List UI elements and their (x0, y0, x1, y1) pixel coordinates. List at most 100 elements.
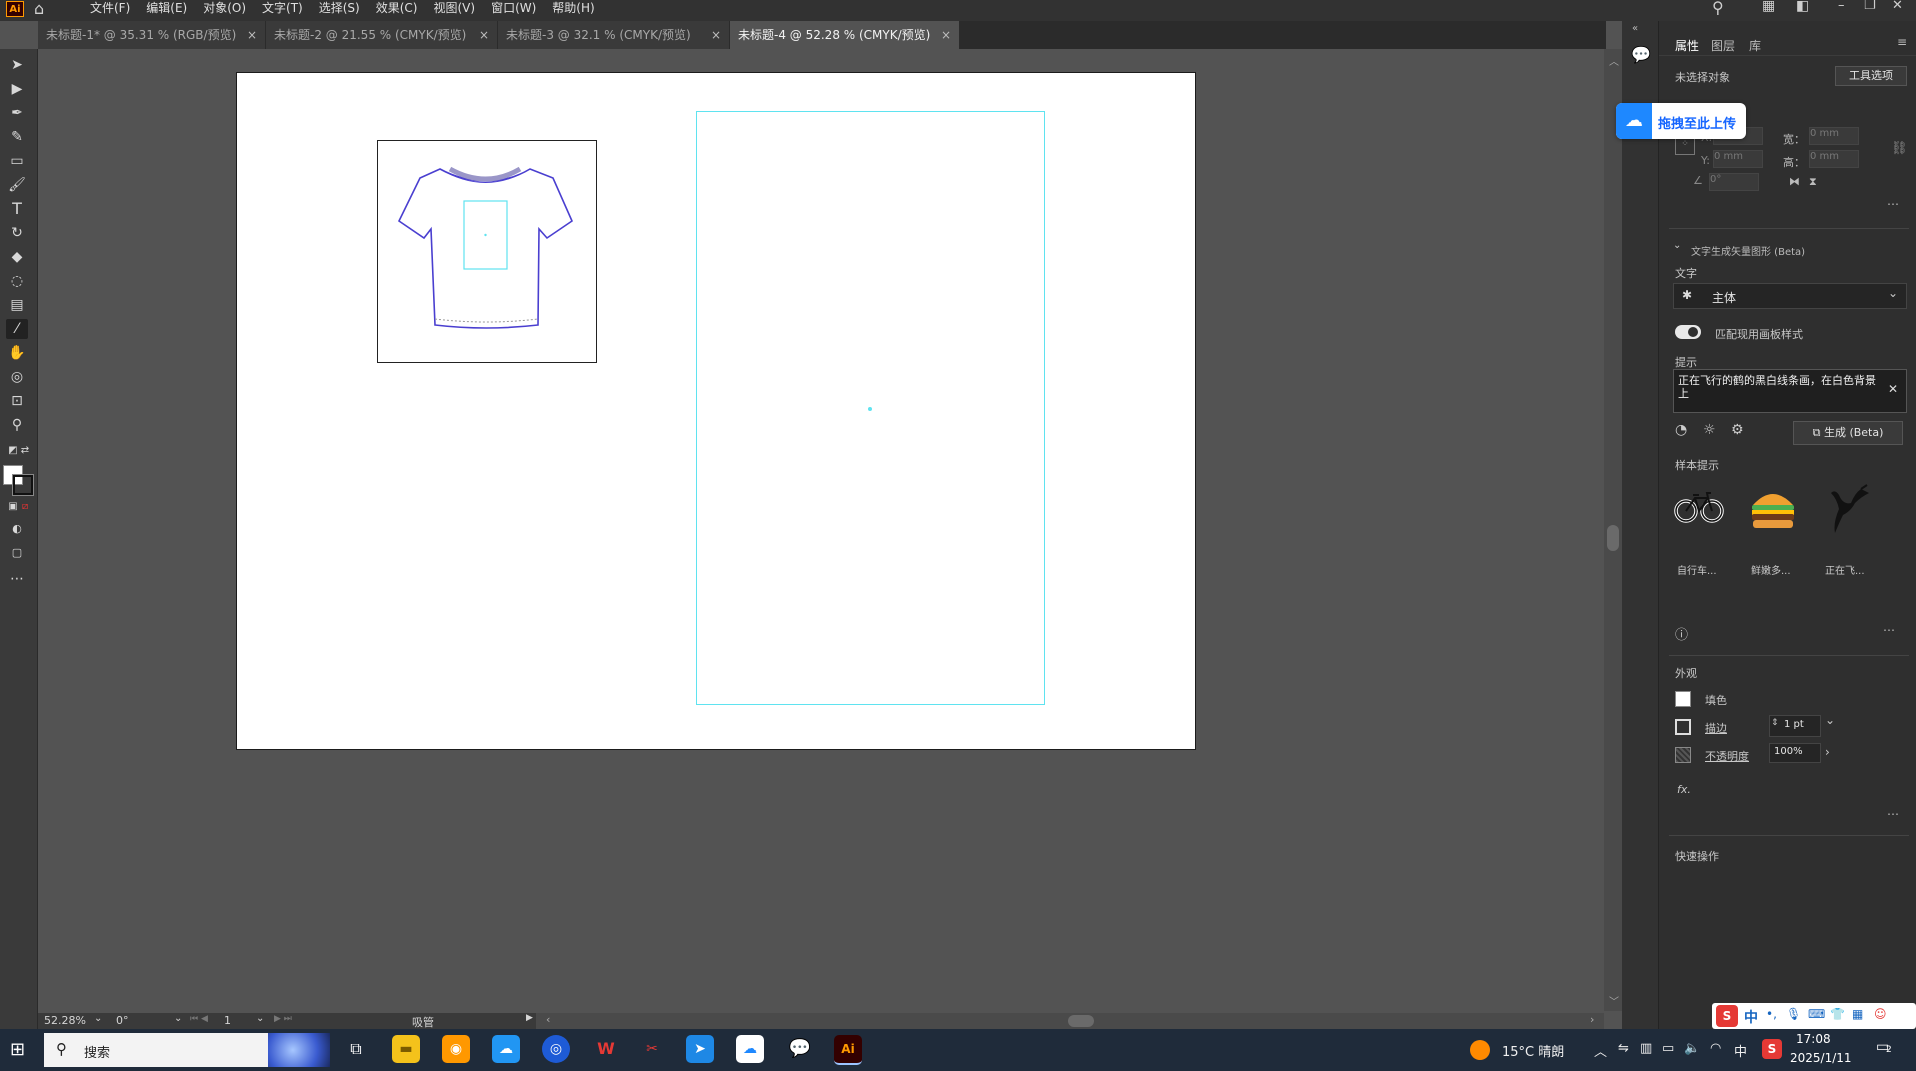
tab-layers[interactable]: 图层 (1711, 37, 1735, 54)
taskbar-search[interactable]: ⚲ 搜索 (44, 1033, 330, 1067)
scroll-down-icon[interactable]: ﹀ (1609, 993, 1619, 1008)
width-field[interactable]: 0 mm (1809, 127, 1859, 145)
menu-help[interactable]: 帮助(H) (544, 0, 602, 21)
match-style-toggle[interactable] (1675, 325, 1701, 339)
opacity-label[interactable]: 不透明度 (1705, 748, 1749, 764)
baidu-netdisk-icon[interactable]: ☁ (736, 1035, 764, 1063)
flip-horizontal-icon[interactable]: ⧓ (1789, 175, 1800, 188)
menu-type[interactable]: 文字(T) (254, 0, 311, 21)
angle-field[interactable]: 0° (1709, 173, 1759, 191)
idea-icon[interactable]: ☼ (1703, 422, 1716, 438)
more-options-icon[interactable]: ⋯ (1887, 807, 1899, 821)
notification-center-icon[interactable]: ▭ 2 (1876, 1039, 1900, 1061)
maximize-icon[interactable]: ❐ (1864, 0, 1876, 13)
menu-window[interactable]: 窗口(W) (483, 0, 544, 21)
fx-icon[interactable]: fx. (1677, 783, 1691, 796)
settings-gear-icon[interactable]: ⚙ (1731, 422, 1744, 438)
tab-properties[interactable]: 属性 (1675, 37, 1699, 54)
collapse-panels-icon[interactable]: « (1632, 23, 1638, 34)
gradient-tool-icon[interactable]: ▤ (6, 295, 28, 315)
clear-icon[interactable]: ✕ (1888, 382, 1898, 396)
close-icon[interactable]: ✕ (1892, 0, 1903, 13)
scroll-left-icon[interactable]: ‹ (546, 1013, 550, 1026)
chevron-down-icon[interactable]: ⌄ (94, 1013, 102, 1024)
app-orange-icon[interactable]: ◉ (442, 1035, 470, 1063)
toolbox-icon[interactable]: ▦ (1852, 1007, 1863, 1021)
subject-select[interactable]: ✱ 主体 ⌄ (1673, 283, 1907, 309)
comments-icon[interactable]: 💬 (1631, 45, 1651, 64)
sample-burger[interactable] (1747, 483, 1799, 535)
fill-swatch[interactable] (1675, 691, 1691, 707)
skin-icon[interactable]: 👕 (1830, 1007, 1845, 1021)
chevron-right-icon[interactable]: › (1825, 745, 1830, 759)
upload-dropzone-badge[interactable]: ☁ 拖拽至此上传 (1616, 103, 1746, 139)
zoom-tool-icon[interactable]: ⚲ (6, 415, 28, 435)
keyboard-icon[interactable]: ⌨ (1808, 1007, 1825, 1021)
print-area-rectangle[interactable] (696, 111, 1045, 705)
direct-selection-tool-icon[interactable]: ▶ (6, 79, 28, 99)
task-view-icon[interactable]: ⧉ (342, 1035, 370, 1063)
menu-select[interactable]: 选择(S) (311, 0, 368, 21)
tray-chevron-up-icon[interactable]: ︿ (1594, 1041, 1607, 1060)
tab-libraries[interactable]: 库 (1749, 37, 1761, 54)
draw-mode-icon[interactable]: ◐ (6, 519, 28, 539)
swap-colors-icon[interactable]: ⇄ (18, 441, 32, 461)
wechat-icon[interactable]: 💬 (786, 1035, 814, 1063)
close-icon[interactable]: × (941, 21, 951, 49)
file-explorer-icon[interactable]: ▬ (392, 1035, 420, 1063)
height-field[interactable]: 0 mm (1809, 150, 1859, 168)
panel-menu-icon[interactable]: ≡ (1897, 35, 1907, 49)
chevron-down-icon[interactable]: ⌄ (1673, 240, 1681, 251)
rectangle-tool-icon[interactable]: ▭ (6, 151, 28, 171)
menu-edit[interactable]: 编辑(E) (138, 0, 195, 21)
chevron-down-icon[interactable]: ⌄ (256, 1013, 264, 1024)
windows-start-icon[interactable]: ⊞ (10, 1039, 25, 1060)
app-blue-cloud-icon[interactable]: ☁ (492, 1035, 520, 1063)
browser-icon[interactable]: ◎ (542, 1035, 570, 1063)
more-options-icon[interactable]: ⋯ (1887, 197, 1899, 211)
vertical-scroll-thumb[interactable] (1607, 525, 1619, 551)
more-options-icon[interactable]: ⋯ (1883, 623, 1895, 637)
info-icon[interactable]: ⓘ (1675, 624, 1688, 643)
first-artboard-icon[interactable]: ⏮ ◀ (190, 1014, 208, 1024)
status-menu-icon[interactable]: ▶ (526, 1013, 533, 1023)
close-icon[interactable]: × (479, 21, 489, 49)
menu-file[interactable]: 文件(F) (82, 0, 138, 21)
none-color-icon[interactable]: ⧄ (18, 497, 32, 517)
prompt-input[interactable]: 正在飞行的鹤的黑白线条画，在白色背景上 ✕ (1673, 369, 1907, 413)
search-icon[interactable]: ⚲ (1712, 0, 1724, 17)
tray-chart-icon[interactable]: ▥ (1640, 1041, 1652, 1056)
sample-bicycle[interactable] (1673, 481, 1725, 533)
close-icon[interactable]: × (247, 21, 257, 49)
artboard-tool-icon[interactable]: ⊡ (6, 391, 28, 411)
puppet-warp-tool-icon[interactable]: ✋ (6, 343, 28, 363)
menu-object[interactable]: 对象(O) (195, 0, 254, 21)
curvature-tool-icon[interactable]: ✎ (6, 127, 28, 147)
wifi-icon[interactable]: ◠ (1710, 1041, 1721, 1056)
stroke-label[interactable]: 描边 (1705, 720, 1727, 736)
scroll-up-icon[interactable]: ︿ (1609, 53, 1619, 68)
menu-effect[interactable]: 效果(C) (368, 0, 426, 21)
style-picker-icon[interactable]: ◔ (1675, 422, 1687, 438)
sogou-icon[interactable]: S (1716, 1005, 1738, 1027)
pen-tool-icon[interactable]: ✒ (6, 103, 28, 123)
artboard-number[interactable]: 1 (224, 1014, 231, 1027)
tab-doc-3[interactable]: 未标题-3 @ 32.1 % (CMYK/预览) × (498, 21, 730, 49)
microphone-icon[interactable]: 🎙 (1786, 1007, 1801, 1021)
opacity-field[interactable]: 100% (1769, 743, 1821, 763)
generate-button[interactable]: ⧉ 生成 (Beta) (1793, 421, 1903, 445)
tray-app-icon[interactable]: ⇋ (1618, 1041, 1629, 1056)
home-icon[interactable]: ⌂ (34, 0, 44, 18)
tray-battery-icon[interactable]: ▭ (1662, 1041, 1674, 1056)
wps-icon[interactable]: W (592, 1035, 620, 1063)
stepper-icon[interactable]: ⇕ (1771, 718, 1779, 728)
horizontal-scroll-thumb[interactable] (1068, 1015, 1094, 1027)
tab-doc-2[interactable]: 未标题-2 @ 21.55 % (CMYK/预览) × (266, 21, 498, 49)
app-red-tool-icon[interactable]: ✂ (638, 1035, 666, 1063)
screen-mode-icon[interactable]: ▢ (6, 543, 28, 563)
eyedropper-tool-icon[interactable]: ⁄ (6, 319, 28, 339)
app-feishu-icon[interactable]: ➤ (686, 1035, 714, 1063)
link-proportions-icon[interactable]: ⛓ (1891, 141, 1908, 156)
minimize-icon[interactable]: – (1838, 0, 1845, 13)
stroke-swatch[interactable] (12, 474, 34, 496)
